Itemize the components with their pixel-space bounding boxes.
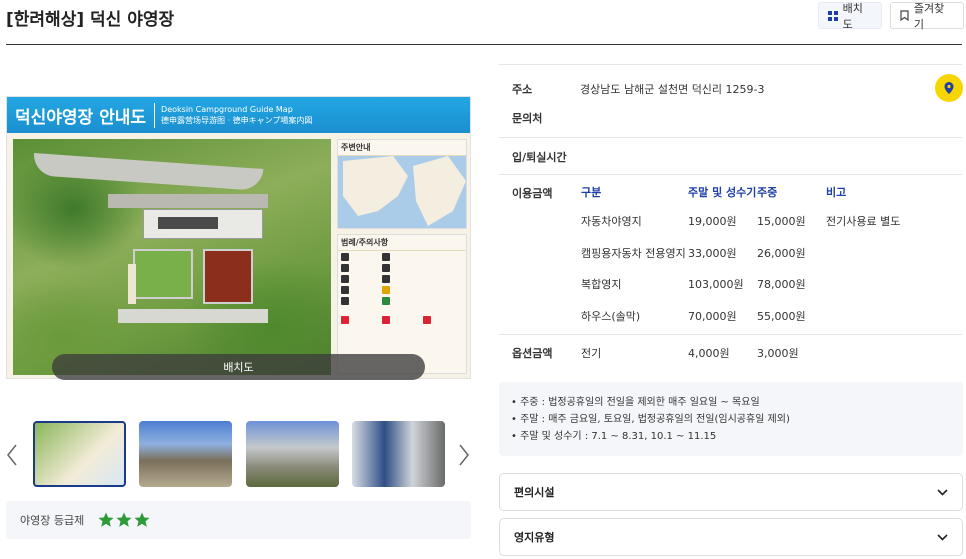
thumbnail-3[interactable] [246, 421, 339, 487]
fee-header-weekend: 주말 및 성수기 [688, 186, 757, 199]
address-label: 주소 [512, 83, 533, 96]
fee-row-weekday: 26,000원 [757, 247, 806, 260]
map-pin-icon [944, 82, 954, 94]
map-title-cn: 德申露营场导游图 · 德申キャンプ場案内図 [161, 116, 313, 125]
map-header: 덕신야영장 안내도 Deoksin Campground Guide Map 德… [7, 97, 470, 133]
fee-row-weekday: 15,000원 [757, 215, 806, 228]
fee-row-weekend: 33,000원 [688, 247, 737, 260]
fee-row-weekday: 55,000원 [757, 310, 806, 323]
bookmark-button-label: 즐겨찾기 [913, 1, 945, 31]
fee-row-weekend: 103,000원 [688, 278, 744, 291]
fee-row-weekend: 70,000원 [688, 310, 737, 323]
map-sidebar: 주변안내 범례/주의사항 [337, 139, 467, 375]
chevron-down-icon [937, 488, 948, 496]
contact-label: 문의처 [512, 112, 543, 125]
accordion-facilities-label: 편의시설 [514, 486, 555, 499]
bookmark-button[interactable]: 즐겨찾기 [890, 1, 964, 31]
star-icon [116, 512, 132, 527]
option-row-weekend: 4,000원 [688, 347, 730, 360]
header-divider [6, 44, 962, 45]
gallery-caption: 배치도 [52, 354, 425, 380]
accordion-site-type[interactable]: 영지유형 [499, 518, 963, 556]
accordion-site-type-label: 영지유형 [514, 531, 555, 544]
fee-label: 이용금액 [512, 187, 553, 200]
map-title-ko: 덕신야영장 안내도 [15, 102, 156, 128]
fee-row-weekday: 78,000원 [757, 278, 806, 291]
map-title-en: Deoksin Campground Guide Map [161, 105, 293, 114]
page-title: [한려해상] 덕신 야영장 [6, 10, 175, 30]
gallery-next-button[interactable] [456, 440, 472, 470]
checkin-label: 입/퇴실시간 [512, 151, 567, 164]
option-label: 옵션금액 [512, 347, 553, 360]
map-location-button[interactable] [935, 74, 963, 102]
bookmark-icon [900, 10, 909, 21]
star-icon [98, 512, 114, 527]
region-map-graphic [338, 156, 466, 228]
nearby-title: 주변안내 [338, 140, 466, 156]
chevron-down-icon [937, 533, 948, 541]
chevron-right-icon [459, 444, 469, 466]
accordion-facilities[interactable]: 편의시설 [499, 473, 963, 511]
fee-row-type: 하우스(솔막) [581, 310, 641, 323]
fee-header-note: 비고 [826, 186, 847, 199]
fee-header-type: 구분 [581, 186, 602, 199]
thumbnail-1[interactable] [33, 421, 126, 487]
note-weekend: • 주말 : 매주 금요일, 토요일, 법정공휴일의 전일(임시공휴일 제외) [511, 414, 790, 425]
note-peak-season: • 주말 및 성수기 : 7.1 ~ 8.31, 10.1 ~ 11.15 [511, 431, 717, 442]
option-row-type: 전기 [581, 347, 602, 360]
aerial-photo [13, 139, 331, 375]
thumbnail-2[interactable] [139, 421, 232, 487]
legend-title: 범례/주의사항 [338, 235, 466, 251]
fee-row-note: 전기사용료 별도 [826, 215, 901, 228]
grid-icon [828, 10, 838, 21]
fee-header-weekday: 주중 [757, 186, 778, 199]
star-icon [134, 512, 150, 527]
thumbnail-4[interactable] [352, 421, 445, 487]
grade-panel: 야영장 등급제 [6, 501, 471, 539]
note-weekday: • 주중 : 법정공휴일의 전일을 제외한 매주 일요일 ~ 목요일 [511, 397, 760, 408]
layout-button-label: 배치도 [842, 1, 863, 31]
fee-row-weekend: 19,000원 [688, 215, 737, 228]
fee-notes: • 주중 : 법정공휴일의 전일을 제외한 매주 일요일 ~ 목요일 • 주말 … [499, 382, 963, 456]
campground-map-image[interactable]: 덕신야영장 안내도 Deoksin Campground Guide Map 德… [6, 96, 471, 379]
grade-stars [98, 512, 150, 528]
grade-label: 야영장 등급제 [20, 514, 85, 527]
address-value: 경상남도 남해군 설천면 덕신리 1259-3 [580, 83, 765, 96]
chevron-left-icon [7, 444, 17, 466]
gallery-prev-button[interactable] [4, 440, 20, 470]
fee-row-type: 복합영지 [581, 278, 622, 291]
fee-row-type: 캠핑용자동차 전용영지 [581, 247, 686, 260]
option-row-weekday: 3,000원 [757, 347, 799, 360]
layout-button[interactable]: 배치도 [818, 1, 882, 31]
fee-row-type: 자동차야영지 [581, 215, 642, 228]
